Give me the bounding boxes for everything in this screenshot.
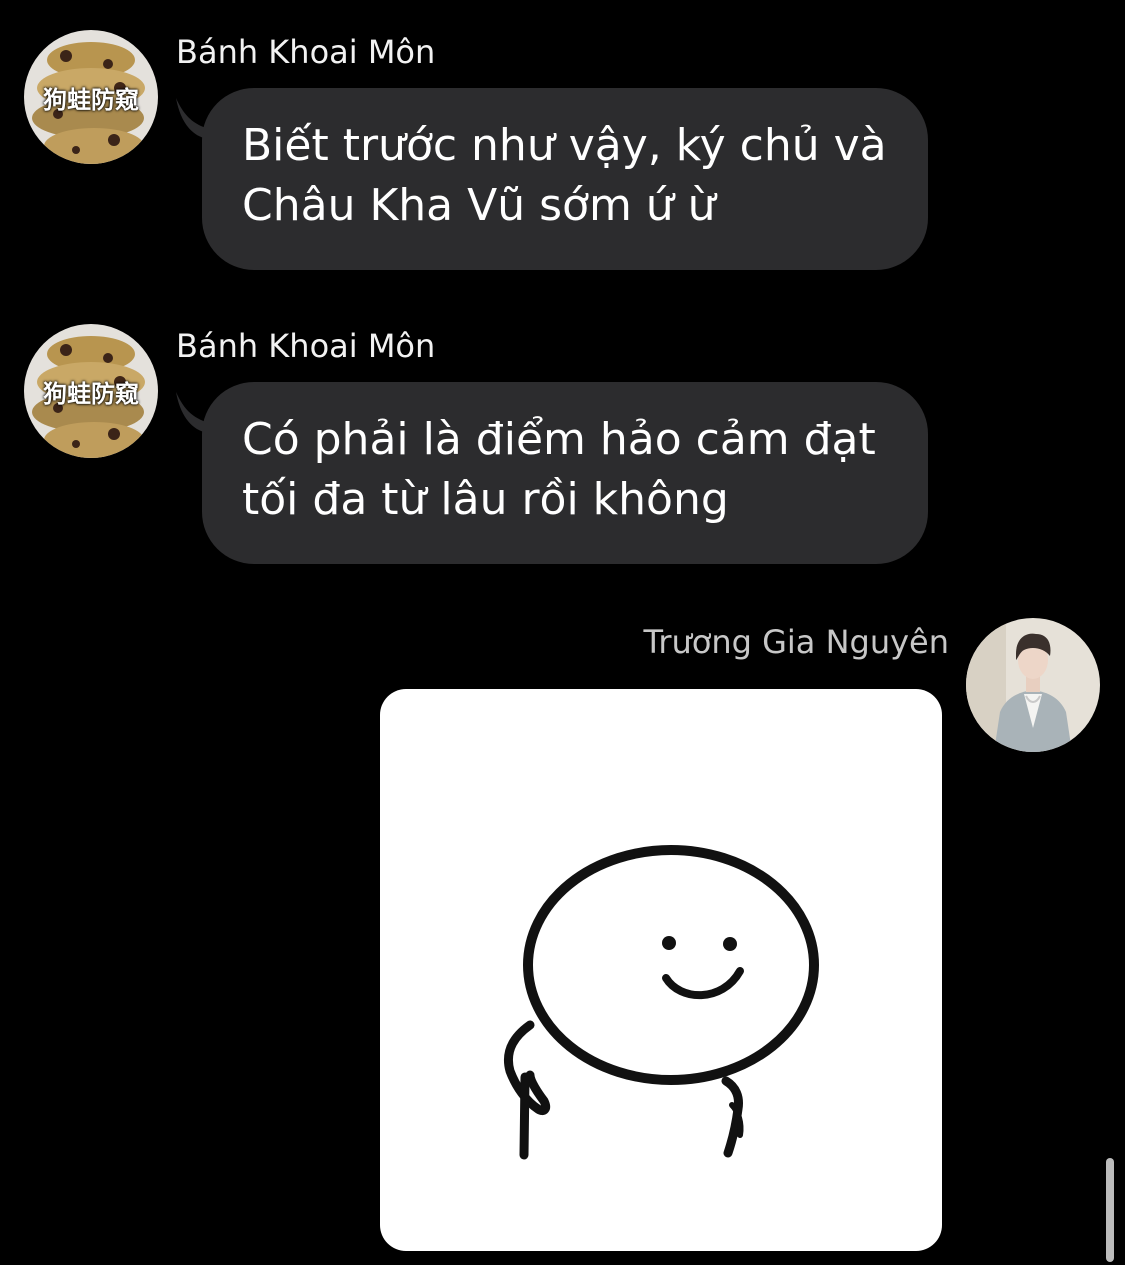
message-text-line: Châu Kha Vũ sớm ứ ừ xyxy=(242,180,716,231)
sender-avatar[interactable]: 狗蛙防窥 xyxy=(24,324,158,458)
sender-avatar[interactable] xyxy=(966,618,1100,752)
scrollbar[interactable] xyxy=(1106,1158,1114,1262)
message-bubble[interactable]: Có phải là điểm hảo cảm đạt tối đa từ lâ… xyxy=(202,382,928,564)
message-bubble[interactable]: Biết trước như vậy, ký chủ và Châu Kha V… xyxy=(202,88,928,270)
person-avatar-image xyxy=(966,618,1100,752)
sticker-message[interactable] xyxy=(380,689,942,1251)
avatar-watermark: 狗蛙防窥 xyxy=(43,86,139,114)
sender-name: Trương Gia Nguyên xyxy=(643,623,949,661)
message-text-line: tối đa từ lâu rồi không xyxy=(242,474,729,525)
message-text-line: Có phải là điểm hảo cảm đạt xyxy=(242,414,876,465)
sender-avatar[interactable]: 狗蛙防窥 xyxy=(24,30,158,164)
sender-name: Bánh Khoai Môn xyxy=(176,327,436,365)
avatar-watermark: 狗蛙防窥 xyxy=(43,380,139,408)
smiling-face-sticker-icon xyxy=(504,845,819,1160)
sender-name: Bánh Khoai Môn xyxy=(176,33,436,71)
message-text-line: Biết trước như vậy, ký chủ và xyxy=(242,120,887,171)
